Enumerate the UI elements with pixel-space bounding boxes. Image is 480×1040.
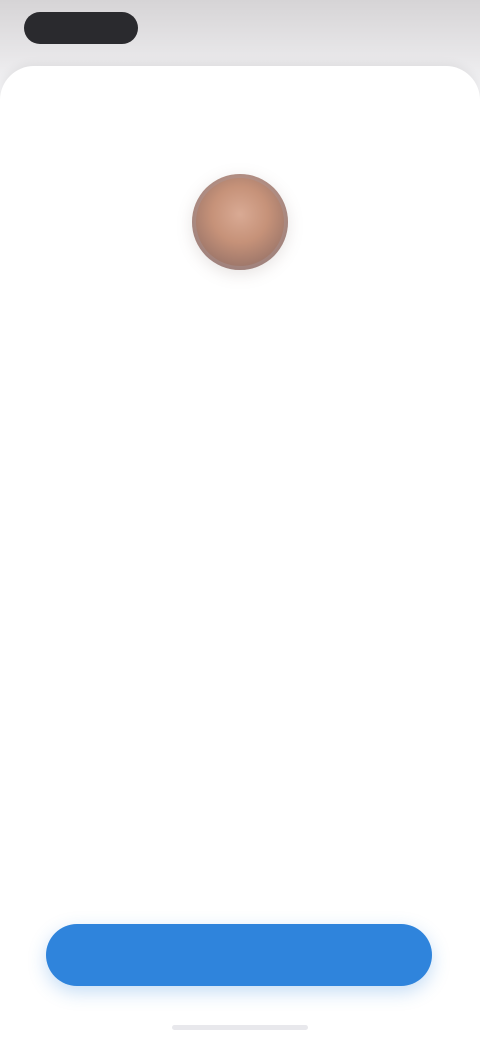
avatar-ring bbox=[192, 174, 288, 270]
status-bar bbox=[0, 0, 480, 60]
app-screen bbox=[0, 0, 480, 1040]
primary-continue-button[interactable] bbox=[46, 924, 432, 986]
content-sheet bbox=[0, 66, 480, 1040]
status-time-pill bbox=[24, 12, 138, 44]
home-indicator[interactable] bbox=[172, 1025, 308, 1030]
person-avatar-icon bbox=[192, 174, 288, 270]
